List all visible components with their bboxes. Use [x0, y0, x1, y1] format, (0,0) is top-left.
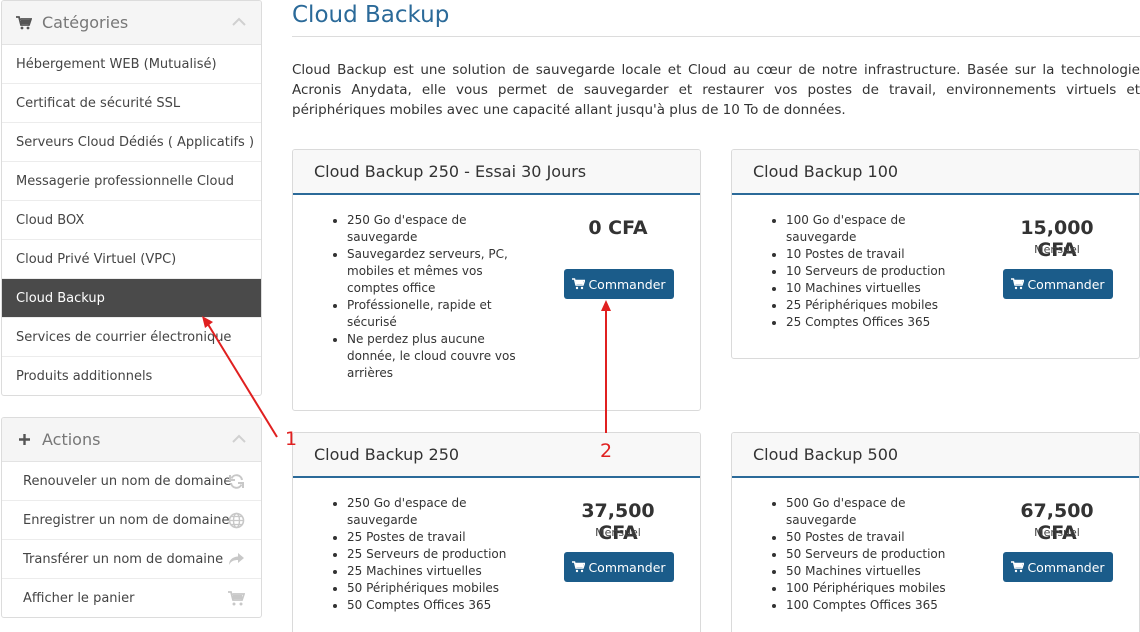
feature-item: 50 Machines virtuelles — [786, 563, 946, 580]
globe-icon — [228, 512, 245, 529]
feature-item: 25 Postes de travail — [347, 529, 507, 546]
action-enregistrer[interactable]: Enregistrer un nom de domaine — [2, 501, 261, 540]
sidebar-item-messagerie[interactable]: Messagerie professionnelle Cloud — [2, 162, 261, 201]
action-transferer[interactable]: Transférer un nom de domaine — [2, 540, 261, 579]
feature-item: 10 Machines virtuelles — [786, 280, 946, 297]
order-button-label: Commander — [588, 276, 666, 292]
intro-text: Cloud Backup est une solution de sauvega… — [292, 62, 1140, 118]
sidebar-item-vpc[interactable]: Cloud Privé Virtuel (VPC) — [2, 240, 261, 279]
feature-item: 50 Périphériques mobiles — [347, 580, 507, 597]
feature-item: 25 Serveurs de production — [347, 546, 507, 563]
feature-item: 100 Comptes Offices 365 — [786, 597, 946, 614]
feature-item: 500 Go d'espace de sauvegarde — [786, 495, 946, 529]
feature-list: 500 Go d'espace de sauvegarde 50 Postes … — [766, 495, 946, 614]
chevron-up-icon[interactable] — [231, 14, 247, 30]
feature-item: Ne perdez plus aucune donnée, le cloud c… — [347, 331, 527, 382]
feature-item: 50 Postes de travail — [786, 529, 946, 546]
sidebar-item-produits[interactable]: Produits additionnels — [2, 357, 261, 395]
categories-panel: Catégories Hébergement WEB (Mutualisé) C… — [1, 0, 262, 396]
order-button-label: Commander — [1027, 559, 1105, 575]
order-button-label: Commander — [588, 559, 666, 575]
feature-item: 100 Périphériques mobiles — [786, 580, 946, 597]
action-label: Renouveler un nom de domaine — [23, 473, 232, 489]
categories-header[interactable]: Catégories — [2, 1, 261, 45]
feature-list: 100 Go d'espace de sauvegarde 10 Postes … — [766, 212, 946, 331]
action-label: Enregistrer un nom de domaine — [23, 512, 230, 528]
sidebar-item-hebergement[interactable]: Hébergement WEB (Mutualisé) — [2, 45, 261, 84]
sidebar-item-serveurs-cloud[interactable]: Serveurs Cloud Dédiés ( Applicatifs ) — [2, 123, 261, 162]
feature-item: 25 Machines virtuelles — [347, 563, 507, 580]
refresh-icon — [228, 473, 245, 490]
product-card: Cloud Backup 250 - Essai 30 Jours 250 Go… — [292, 149, 701, 411]
categories-title: Catégories — [42, 13, 129, 32]
feature-item: Proféssionelle, rapide et sécurisé — [347, 297, 527, 331]
order-button[interactable]: Commander — [564, 269, 674, 299]
feature-item: 10 Serveurs de production — [786, 263, 946, 280]
cart-icon — [572, 561, 586, 573]
cart-icon — [16, 15, 32, 30]
feature-item: 10 Postes de travail — [786, 246, 946, 263]
product-name: Cloud Backup 250 — [293, 433, 700, 478]
order-button-label: Commander — [1027, 276, 1105, 292]
product-card: Cloud Backup 500 500 Go d'espace de sauv… — [731, 432, 1140, 632]
share-arrow-icon — [228, 551, 245, 568]
title-divider — [292, 36, 1140, 37]
actions-panel: Actions Renouveler un nom de domaine Enr… — [1, 417, 262, 618]
sidebar-item-courrier[interactable]: Services de courrier électronique — [2, 318, 261, 357]
order-button[interactable]: Commander — [1003, 552, 1113, 582]
categories-list: Hébergement WEB (Mutualisé) Certificat d… — [2, 45, 261, 395]
action-panier[interactable]: Afficher le panier — [2, 579, 261, 617]
action-label: Transférer un nom de domaine — [23, 551, 224, 567]
action-renouveler[interactable]: Renouveler un nom de domaine — [2, 462, 261, 501]
product-price: 0 CFA — [588, 217, 648, 239]
product-name: Cloud Backup 500 — [732, 433, 1139, 478]
plus-icon — [16, 433, 32, 447]
feature-item: 250 Go d'espace de sauvegarde — [347, 212, 527, 246]
billing-period: Mensuel — [1034, 243, 1080, 256]
chevron-up-icon[interactable] — [231, 431, 247, 447]
sidebar-item-cloud-backup[interactable]: Cloud Backup — [2, 279, 261, 318]
cart-icon — [1011, 278, 1025, 290]
feature-item: 250 Go d'espace de sauvegarde — [347, 495, 507, 529]
sidebar-item-ssl[interactable]: Certificat de sécurité SSL — [2, 84, 261, 123]
product-name: Cloud Backup 100 — [732, 150, 1139, 195]
feature-item: 50 Serveurs de production — [786, 546, 946, 563]
product-card: Cloud Backup 250 250 Go d'espace de sauv… — [292, 432, 701, 632]
billing-period: Mensuel — [1034, 526, 1080, 539]
page-title: Cloud Backup — [292, 2, 450, 28]
feature-item: 100 Go d'espace de sauvegarde — [786, 212, 946, 246]
cart-icon — [1011, 561, 1025, 573]
action-label: Afficher le panier — [23, 591, 135, 606]
order-button[interactable]: Commander — [564, 552, 674, 582]
cart-icon — [228, 590, 246, 607]
feature-list: 250 Go d'espace de sauvegarde 25 Postes … — [327, 495, 507, 614]
annotation-label-2: 2 — [600, 440, 613, 462]
actions-title: Actions — [42, 430, 101, 449]
feature-list: 250 Go d'espace de sauvegarde Sauvegarde… — [327, 212, 527, 382]
sidebar-item-cloud-box[interactable]: Cloud BOX — [2, 201, 261, 240]
annotation-label-1: 1 — [285, 428, 298, 450]
feature-item: 25 Comptes Offices 365 — [786, 314, 946, 331]
billing-period: Mensuel — [595, 526, 641, 539]
product-card: Cloud Backup 100 100 Go d'espace de sauv… — [731, 149, 1140, 359]
product-name: Cloud Backup 250 - Essai 30 Jours — [293, 150, 700, 195]
feature-item: 50 Comptes Offices 365 — [347, 597, 507, 614]
actions-header[interactable]: Actions — [2, 418, 261, 462]
order-button[interactable]: Commander — [1003, 269, 1113, 299]
feature-item: Sauvegardez serveurs, PC, mobiles et mêm… — [347, 246, 527, 297]
cart-icon — [572, 278, 586, 290]
feature-item: 25 Périphériques mobiles — [786, 297, 946, 314]
